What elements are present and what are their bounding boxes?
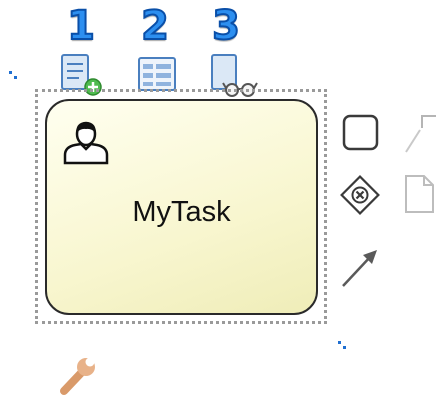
step-number-2: 2	[140, 3, 170, 49]
exclusive-gateway-icon[interactable]	[337, 172, 383, 218]
data-object-icon[interactable]	[400, 172, 436, 216]
annotation-icon[interactable]	[400, 112, 436, 156]
step-number-1: 1	[66, 3, 96, 49]
wrench-icon[interactable]	[55, 355, 99, 397]
task-shape-icon[interactable]	[341, 113, 381, 153]
resize-handle-bottom-right[interactable]	[338, 341, 346, 349]
user-task[interactable]: MyTask	[45, 99, 318, 315]
resize-handle-top-left[interactable]	[9, 71, 17, 79]
form-properties-icon[interactable]	[137, 54, 179, 94]
task-label: MyTask	[132, 196, 231, 228]
step-number-3: 3	[211, 3, 241, 49]
user-icon	[63, 121, 109, 165]
connect-arrow-icon[interactable]	[337, 246, 381, 292]
